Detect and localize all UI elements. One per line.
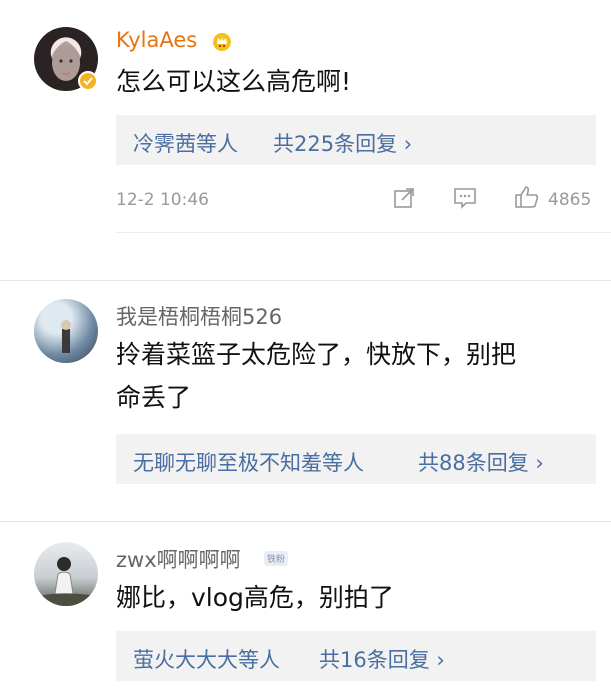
reply-count-link[interactable]: 共225条回复 ›: [273, 128, 412, 158]
like-icon[interactable]: [514, 185, 540, 209]
like-count: 4865: [548, 190, 592, 210]
username[interactable]: zwx啊啊啊啊: [116, 544, 241, 574]
username[interactable]: KylaAes: [116, 28, 197, 52]
comment-icon[interactable]: [453, 187, 477, 209]
reply-names[interactable]: 萤火大大大等人: [133, 644, 280, 674]
username[interactable]: 我是梧桐梧桐526: [116, 301, 282, 331]
reply-summary[interactable]: 冷霁茜等人 共225条回复 ›: [116, 115, 596, 165]
comment-text-line: 命丢了: [116, 383, 192, 412]
avatar[interactable]: [34, 299, 98, 363]
comment-text: 怎么可以这么高危啊!: [116, 67, 352, 96]
comment-item: KylaAes 怎么可以这么高危啊! 冷霁茜等人 共225条回复 › 12-2 …: [0, 0, 611, 280]
comment-item: 我是梧桐梧桐526 拎着菜篮子太危险了，快放下，别把 命丢了 无聊无聊至极不知羞…: [0, 281, 611, 521]
avatar-person-image: [34, 557, 98, 606]
share-icon[interactable]: [393, 187, 415, 209]
comment-time: 12-2 10:46: [116, 190, 209, 210]
reply-summary[interactable]: 无聊无聊至极不知羞等人 共88条回复 ›: [116, 434, 596, 484]
avatar[interactable]: [34, 542, 98, 606]
reply-names[interactable]: 无聊无聊至极不知羞等人: [133, 447, 364, 477]
reply-count-link[interactable]: 共88条回复 ›: [418, 447, 544, 477]
comment-item: zwx啊啊啊啊 铁粉 娜比，vlog高危，别拍了 萤火大大大等人 共16条回复 …: [0, 522, 611, 689]
reply-names[interactable]: 冷霁茜等人: [133, 128, 238, 158]
comment-text: 娜比，vlog高危，别拍了: [116, 583, 394, 612]
fan-badge: 铁粉: [264, 551, 289, 566]
comment-text-line: 拎着菜篮子太危险了，快放下，别把: [116, 340, 517, 369]
reply-summary[interactable]: 萤火大大大等人 共16条回复 ›: [116, 631, 596, 681]
vip-crown-icon: [211, 31, 233, 57]
verified-icon: [78, 71, 98, 91]
avatar-figure-image: [61, 320, 71, 353]
reply-count-link[interactable]: 共16条回复 ›: [319, 644, 445, 674]
divider: [116, 232, 611, 233]
